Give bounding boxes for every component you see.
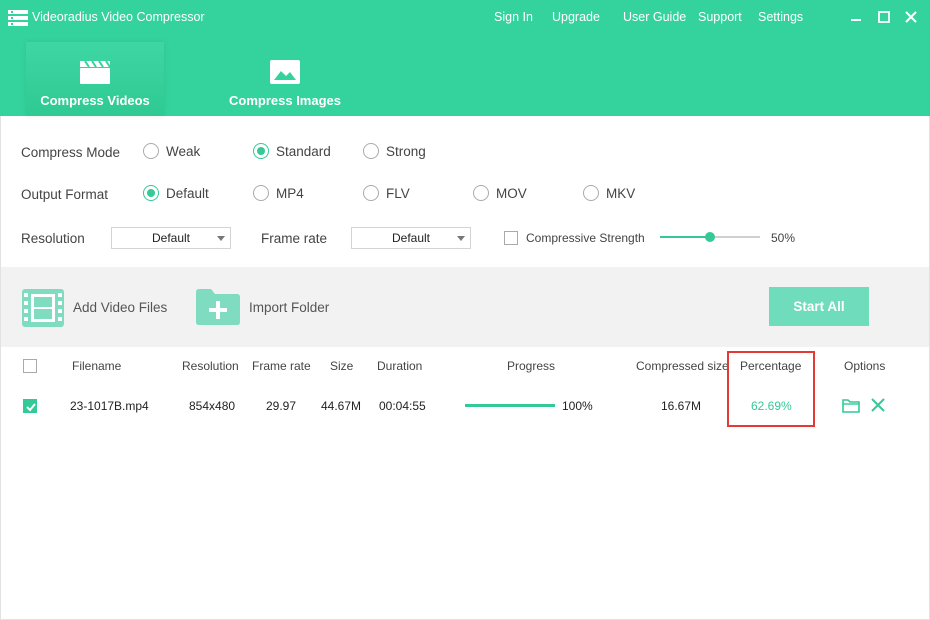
radio-mov-label: MOV: [496, 186, 527, 201]
minimize-icon[interactable]: [848, 9, 864, 25]
resolution-label: Resolution: [21, 231, 85, 246]
tab-label: Compress Images: [229, 93, 341, 108]
add-video-files-button[interactable]: Add Video Files: [73, 300, 167, 315]
radio-mkv[interactable]: [583, 185, 599, 201]
col-resolution: Resolution: [182, 359, 239, 373]
remove-icon[interactable]: [871, 398, 885, 412]
app-header: Videoradius Video Compressor Sign In Upg…: [0, 0, 930, 116]
app-logo-icon: [8, 10, 28, 26]
cell-resolution: 854x480: [189, 399, 236, 413]
col-frame-rate: Frame rate: [252, 359, 311, 373]
radio-default[interactable]: [143, 185, 159, 201]
compressive-strength-slider[interactable]: [660, 232, 760, 242]
radio-flv-label: FLV: [386, 186, 410, 201]
tab-compress-videos[interactable]: Compress Videos: [26, 42, 164, 116]
frame-rate-label: Frame rate: [261, 231, 328, 246]
output-format-label: Output Format: [21, 187, 109, 202]
radio-mov[interactable]: [473, 185, 489, 201]
radio-mp4[interactable]: [253, 185, 269, 201]
slider-fill: [660, 236, 710, 238]
cell-progress-text: 100%: [562, 399, 593, 413]
close-icon[interactable]: [903, 9, 919, 25]
start-all-button[interactable]: Start All: [769, 287, 869, 326]
cell-frame-rate: 29.97: [266, 399, 297, 413]
nav-support[interactable]: Support: [698, 10, 742, 24]
cell-size: 44.67M: [321, 399, 362, 413]
frame-rate-value: Default: [391, 231, 431, 245]
frame-rate-select[interactable]: Default: [351, 227, 471, 249]
cell-compressed-size: 16.67M: [661, 399, 702, 413]
radio-weak[interactable]: [143, 143, 159, 159]
compressive-strength-value: 50%: [771, 231, 796, 245]
resolution-select[interactable]: Default: [111, 227, 231, 249]
import-folder-button[interactable]: Import Folder: [249, 300, 329, 315]
open-folder-icon[interactable]: [842, 398, 860, 413]
percentage-highlight-box: [727, 351, 815, 427]
row-checkbox[interactable]: [23, 399, 37, 413]
radio-mp4-label: MP4: [276, 186, 304, 201]
clapperboard-icon: [80, 60, 111, 84]
col-duration: Duration: [377, 359, 423, 373]
nav-sign-in[interactable]: Sign In: [494, 10, 533, 24]
col-options: Options: [844, 359, 886, 373]
compressive-strength-checkbox[interactable]: [504, 231, 518, 245]
nav-settings[interactable]: Settings: [758, 10, 803, 24]
radio-weak-label: Weak: [166, 144, 201, 159]
app-title: Videoradius Video Compressor: [32, 10, 205, 24]
image-icon: [270, 60, 300, 84]
radio-standard[interactable]: [253, 143, 269, 159]
tab-compress-images[interactable]: Compress Images: [214, 42, 356, 116]
radio-default-label: Default: [166, 186, 209, 201]
film-strip-icon[interactable]: [21, 288, 65, 328]
nav-user-guide[interactable]: User Guide: [623, 10, 686, 24]
nav-upgrade[interactable]: Upgrade: [552, 10, 600, 24]
col-size: Size: [330, 359, 354, 373]
folder-add-icon[interactable]: [195, 288, 241, 326]
maximize-icon[interactable]: [876, 9, 892, 25]
radio-flv[interactable]: [363, 185, 379, 201]
radio-strong-label: Strong: [386, 144, 426, 159]
slider-thumb[interactable]: [705, 232, 715, 242]
chevron-down-icon: [217, 236, 225, 241]
cell-filename: 23-1017B.mp4: [70, 399, 149, 413]
radio-mkv-label: MKV: [606, 186, 636, 201]
checkmark-icon: [26, 403, 36, 412]
radio-strong[interactable]: [363, 143, 379, 159]
col-filename: Filename: [72, 359, 122, 373]
radio-standard-label: Standard: [276, 144, 331, 159]
col-compressed-size: Compressed size: [636, 359, 729, 373]
progress-fill: [465, 404, 555, 407]
cell-duration: 00:04:55: [379, 399, 426, 413]
chevron-down-icon: [457, 236, 465, 241]
compressive-strength-label: Compressive Strength: [526, 231, 645, 245]
col-progress: Progress: [507, 359, 556, 373]
compress-mode-label: Compress Mode: [21, 145, 121, 160]
resolution-value: Default: [151, 231, 191, 245]
tab-label: Compress Videos: [40, 93, 150, 108]
select-all-checkbox[interactable]: [23, 359, 37, 373]
progress-bar: [465, 404, 555, 407]
